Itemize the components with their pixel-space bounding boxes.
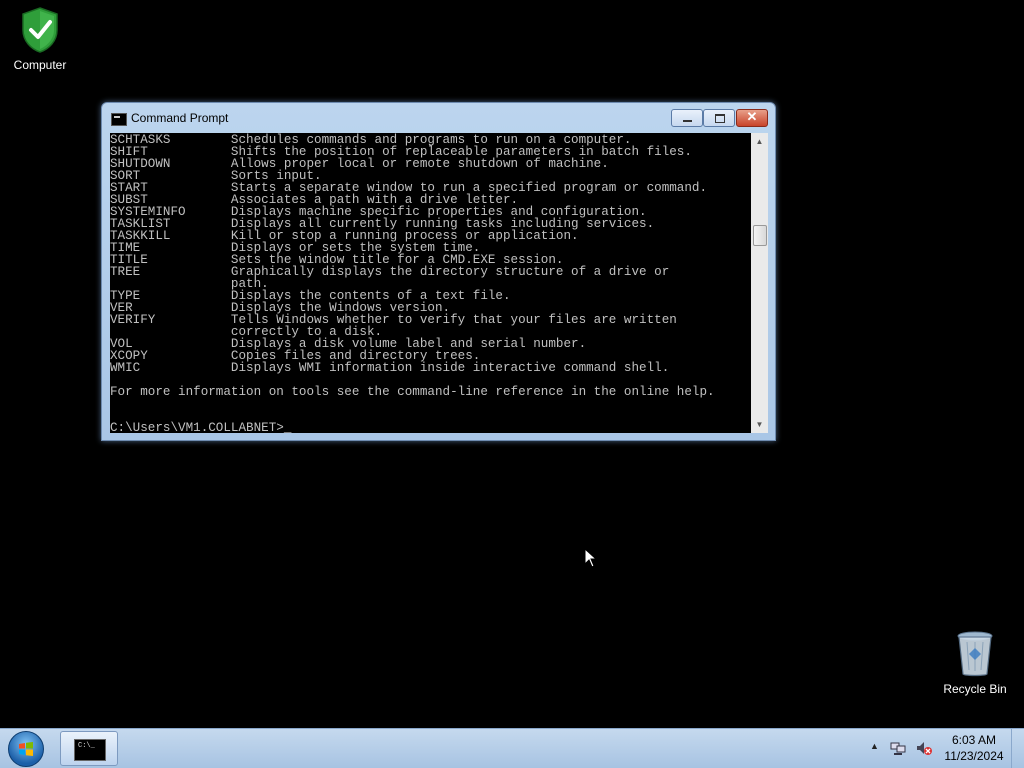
close-icon: ✕ <box>746 109 758 124</box>
console-text: SCHTASKS Schedules commands and programs… <box>110 133 715 433</box>
close-button[interactable]: ✕ <box>736 109 768 127</box>
scroll-up-icon[interactable]: ▲ <box>751 133 768 150</box>
shield-check-icon <box>22 7 58 53</box>
mouse-cursor-icon <box>584 548 598 568</box>
clock-date: 11/23/2024 <box>944 749 1004 763</box>
volume-muted-icon[interactable] <box>915 740 933 756</box>
title-bar[interactable]: Command Prompt ✕ <box>102 103 775 133</box>
scroll-thumb[interactable] <box>753 225 767 246</box>
windows-logo-icon <box>19 742 33 756</box>
taskbar-item-command-prompt[interactable]: C:\_ <box>60 731 118 766</box>
desktop-icon-computer[interactable]: Computer <box>0 6 80 72</box>
vertical-scrollbar[interactable]: ▲ ▼ <box>751 133 768 433</box>
console-output[interactable]: SCHTASKS Schedules commands and programs… <box>110 133 751 433</box>
taskbar: C:\_ ▲ 6:03 AM 11/23/2024 <box>0 728 1024 768</box>
maximize-button[interactable] <box>703 109 735 127</box>
clock-time: 6:03 AM <box>951 733 997 747</box>
system-clock[interactable]: 6:03 AM 11/23/2024 <box>936 732 1012 764</box>
scroll-down-icon[interactable]: ▼ <box>751 416 768 433</box>
cmd-taskbar-icon-text: C:\_ <box>78 742 95 750</box>
desktop-icon-recycle-bin[interactable]: Recycle Bin <box>935 630 1015 696</box>
desktop-icon-label: Recycle Bin <box>943 682 1007 696</box>
minimize-button[interactable] <box>671 109 703 127</box>
network-icon[interactable] <box>890 740 906 756</box>
window-title: Command Prompt <box>131 111 229 125</box>
start-button[interactable] <box>8 731 44 767</box>
cmd-taskbar-icon: C:\_ <box>74 739 106 761</box>
recycle-bin-icon <box>957 631 993 677</box>
desktop-icon-label: Computer <box>13 58 67 72</box>
show-desktop-button[interactable] <box>1011 729 1024 768</box>
cmd-app-icon <box>111 113 127 126</box>
command-prompt-window[interactable]: Command Prompt ✕ SCHTASKS Schedules comm… <box>101 102 776 441</box>
show-hidden-icons-icon[interactable]: ▲ <box>870 741 879 751</box>
